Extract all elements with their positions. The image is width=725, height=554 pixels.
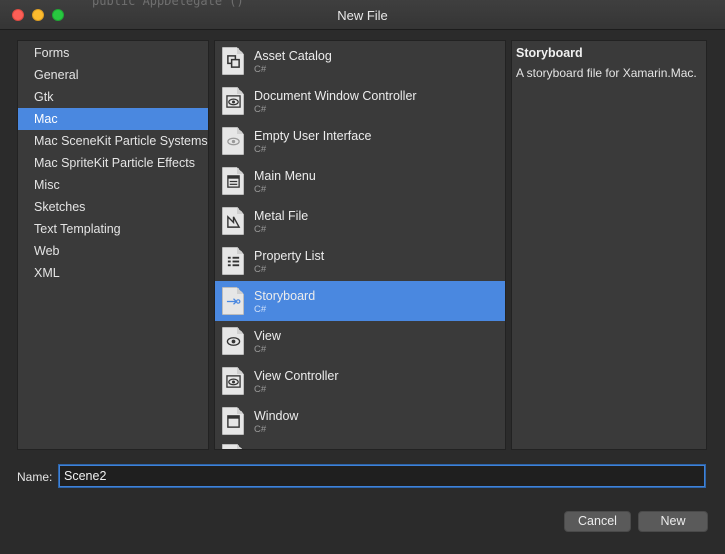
category-list-panel: Forms General Gtk Mac Mac SceneKit Particle …	[17, 40, 209, 450]
template-language: C#	[254, 264, 267, 275]
template-item-partial[interactable]	[215, 441, 505, 449]
template-name: Property List	[254, 249, 325, 263]
template-item[interactable]: Asset Catalog C#	[215, 41, 505, 81]
metal-file-icon	[222, 207, 244, 235]
template-language: C#	[254, 384, 267, 395]
description-text: A storyboard file for Xamarin.Mac.	[516, 66, 697, 80]
template-list-panel: Asset Catalog C# Document Window Controlle…	[214, 40, 506, 450]
template-item[interactable]: Property List C#	[215, 241, 505, 281]
window-icon	[222, 407, 244, 435]
template-list: Asset Catalog C# Document Window Controlle…	[215, 41, 505, 441]
category-item[interactable]: Forms	[18, 42, 208, 64]
description-title: Storyboard	[516, 46, 583, 60]
template-language: C#	[254, 104, 267, 115]
category-item[interactable]: XML	[18, 262, 208, 284]
view-controller-icon	[222, 367, 244, 395]
template-item[interactable]: View C#	[215, 321, 505, 361]
document-window-controller-icon	[222, 87, 244, 115]
template-language: C#	[254, 144, 267, 155]
template-name: Asset Catalog	[254, 49, 332, 63]
template-language: C#	[254, 344, 267, 355]
template-item[interactable]: View Controller C#	[215, 361, 505, 401]
window-title: New File	[337, 8, 388, 23]
cancel-button[interactable]: Cancel	[564, 511, 631, 532]
title-bar: public AppDelegate () New File	[0, 0, 725, 30]
template-language: C#	[254, 184, 267, 195]
template-language: C#	[254, 224, 267, 235]
template-item[interactable]: Storyboard C#	[215, 281, 505, 321]
new-button[interactable]: New	[638, 511, 708, 532]
empty-user-interface-icon	[222, 127, 244, 155]
main-menu-icon	[222, 167, 244, 195]
template-name: Metal File	[254, 209, 309, 223]
template-name: Storyboard	[254, 289, 316, 303]
category-item[interactable]: Mac	[18, 108, 208, 130]
template-item[interactable]: Document Window Controller C#	[215, 81, 505, 121]
category-item[interactable]: Sketches	[18, 196, 208, 218]
category-item[interactable]: Web	[18, 240, 208, 262]
category-item[interactable]: Gtk	[18, 86, 208, 108]
category-item[interactable]: Misc	[18, 174, 208, 196]
template-name: Main Menu	[254, 169, 316, 183]
category-list: Forms General Gtk Mac Mac SceneKit Particle …	[18, 41, 208, 284]
template-item[interactable]: Main Menu C#	[215, 161, 505, 201]
template-language: C#	[254, 304, 267, 315]
template-name: Window	[254, 409, 299, 423]
name-input[interactable]	[59, 465, 705, 487]
storyboard-icon	[222, 287, 244, 315]
name-label: Name:	[17, 470, 53, 484]
template-name: Empty User Interface	[254, 129, 372, 143]
template-name: View	[254, 329, 281, 343]
category-item[interactable]: General	[18, 64, 208, 86]
template-item[interactable]: Window C#	[215, 401, 505, 441]
background-editor-text: public AppDelegate ()	[92, 0, 244, 8]
template-language: C#	[254, 424, 267, 435]
property-list-icon	[222, 247, 244, 275]
category-item[interactable]: Mac SceneKit Particle Systems	[18, 130, 208, 152]
view-icon	[222, 327, 244, 355]
template-language: C#	[254, 64, 267, 75]
template-item[interactable]: Empty User Interface C#	[215, 121, 505, 161]
category-item[interactable]: Text Templating	[18, 218, 208, 240]
template-name: View Controller	[254, 369, 339, 383]
file-icon	[222, 444, 244, 449]
template-item[interactable]: Metal File C#	[215, 201, 505, 241]
asset-catalog-icon	[222, 47, 244, 75]
category-item[interactable]: Mac SpriteKit Particle Effects	[18, 152, 208, 174]
template-name: Document Window Controller	[254, 89, 417, 103]
description-panel: Storyboard A storyboard file for Xamarin…	[511, 40, 707, 450]
